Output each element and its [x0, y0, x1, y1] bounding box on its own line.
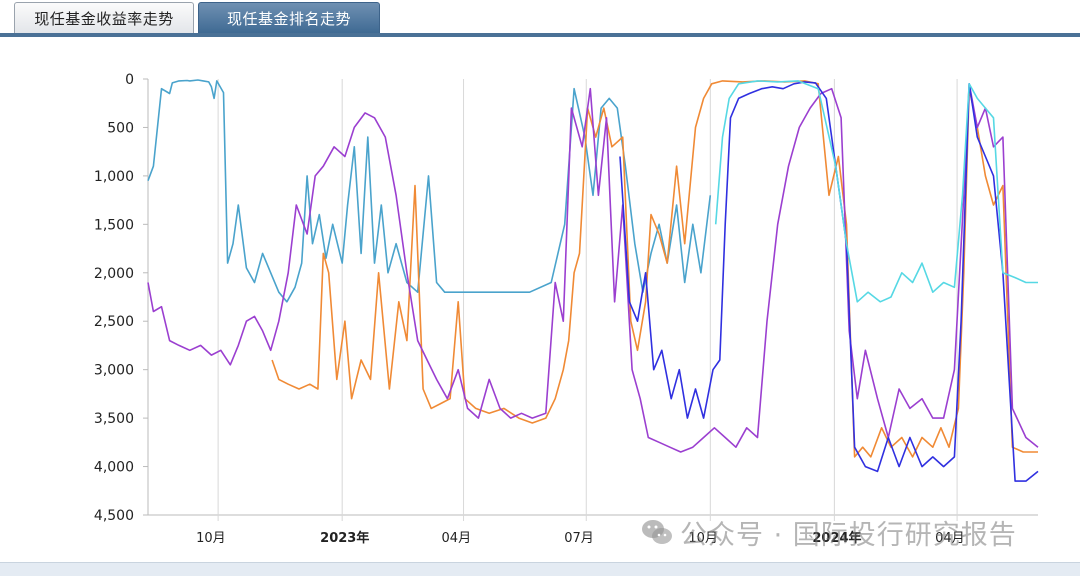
series-line-4 — [619, 81, 1039, 482]
x-tick-label: 07月 — [564, 531, 594, 546]
watermark-text: 公众号 · 国际投行研究报告 — [680, 519, 1017, 551]
x-tick-label: 04月 — [442, 531, 472, 546]
tab-underline — [0, 33, 1080, 37]
watermark: 公众号 · 国际投行研究报告 — [640, 514, 1017, 551]
y-tick-label: 3,500 — [94, 411, 134, 427]
y-tick-label: 2,500 — [94, 314, 134, 330]
y-tick-label: 4,500 — [94, 508, 134, 524]
x-tick-label: 2023年 — [320, 530, 369, 546]
y-tick-label: 4,000 — [94, 460, 134, 476]
y-tick-label: 2,000 — [94, 266, 134, 282]
tab-bar: 现任基金收益率走势 现任基金排名走势 — [0, 0, 1080, 38]
y-tick-label: 500 — [107, 120, 134, 136]
wechat-icon — [642, 520, 672, 544]
tab-rank-trend[interactable]: 现任基金排名走势 — [198, 2, 380, 33]
footer-bar — [0, 562, 1080, 576]
y-tick-label: 1,000 — [94, 169, 134, 185]
tab-return-trend[interactable]: 现任基金收益率走势 — [14, 2, 194, 33]
x-tick-label: 10月 — [196, 531, 226, 546]
y-tick-label: 1,500 — [94, 217, 134, 233]
rank-line-chart: 0 500 1,000 1,500 2,000 2,500 3,000 3,500 4,000 4… — [94, 72, 1039, 546]
y-tick-label: 3,000 — [94, 363, 134, 379]
y-tick-label: 0 — [125, 72, 134, 88]
series-line-3 — [147, 83, 1039, 453]
